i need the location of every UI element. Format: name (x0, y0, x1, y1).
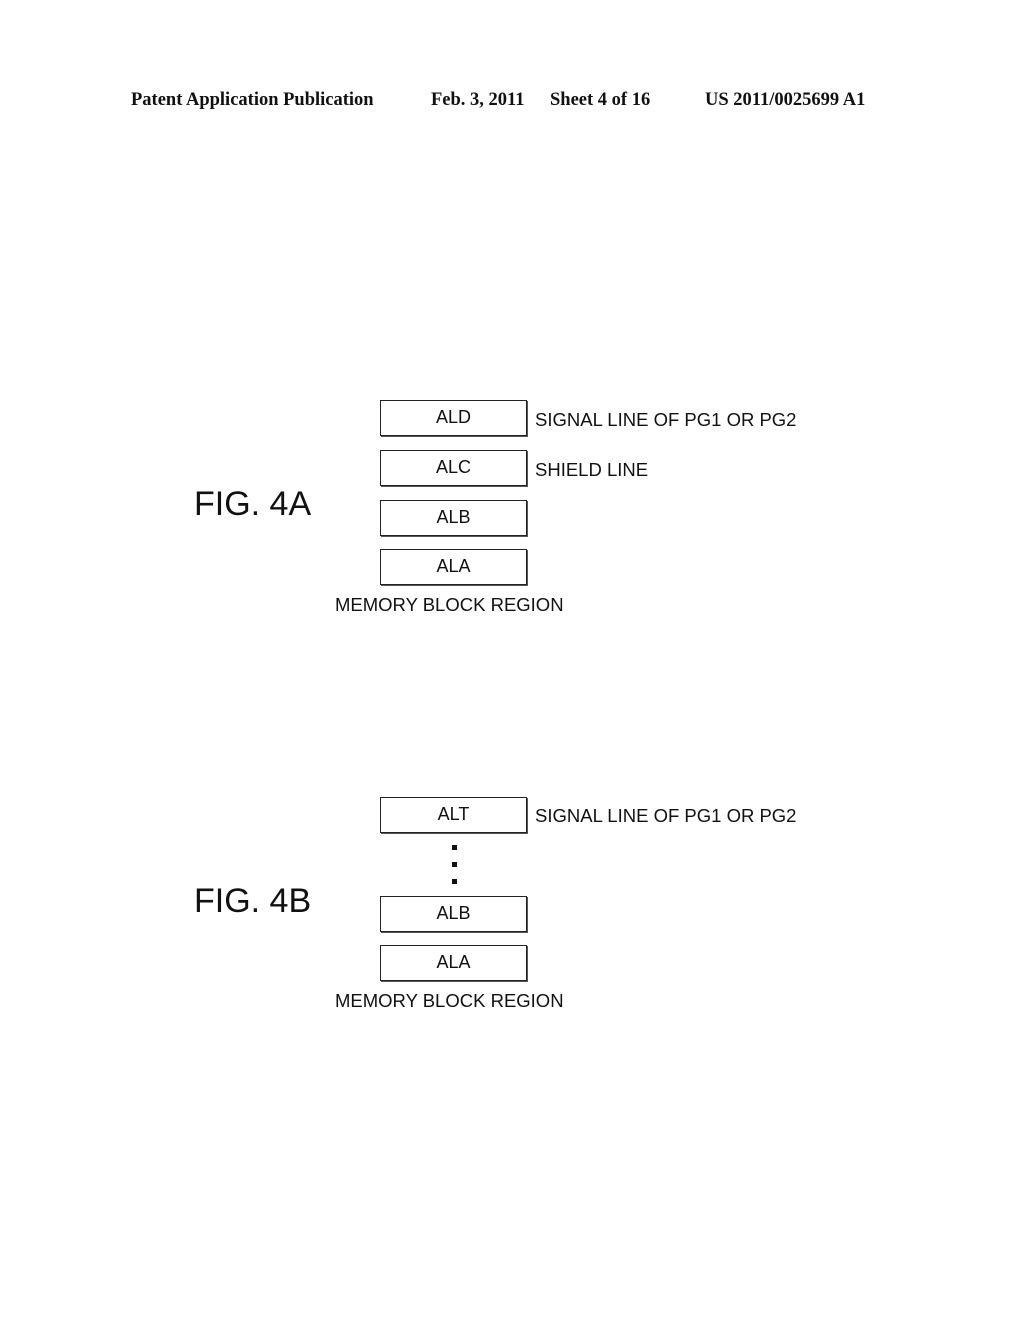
region-label: MEMORY BLOCK REGION (335, 990, 564, 1011)
shield-line-label: SHIELD LINE (535, 459, 649, 480)
sheet-number: Sheet 4 of 16 (550, 90, 651, 110)
layer-block: ALT (380, 797, 527, 833)
layer-block: ALA (380, 945, 527, 981)
dot (452, 845, 457, 850)
publication-date: Feb. 3, 2011 (431, 90, 525, 110)
figure-label: FIG. 4A (194, 485, 312, 523)
layer-block: ALC (380, 450, 527, 486)
layer-block: ALB (380, 896, 527, 932)
layer-block: ALB (380, 500, 527, 536)
layer-block: ALD (380, 400, 527, 436)
dot (452, 862, 457, 867)
signal-line-label: SIGNAL LINE OF PG1 OR PG2 (535, 409, 797, 430)
publication-title: Patent Application Publication (131, 90, 374, 110)
signal-line-label: SIGNAL LINE OF PG1 OR PG2 (535, 805, 797, 826)
dot (452, 879, 457, 884)
layer-block: ALA (380, 549, 527, 585)
region-label: MEMORY BLOCK REGION (335, 594, 564, 615)
patent-number: US 2011/0025699 A1 (705, 90, 866, 110)
page-header: Patent Application Publication Feb. 3, 2… (0, 90, 1024, 114)
figure-label: FIG. 4B (194, 882, 312, 920)
